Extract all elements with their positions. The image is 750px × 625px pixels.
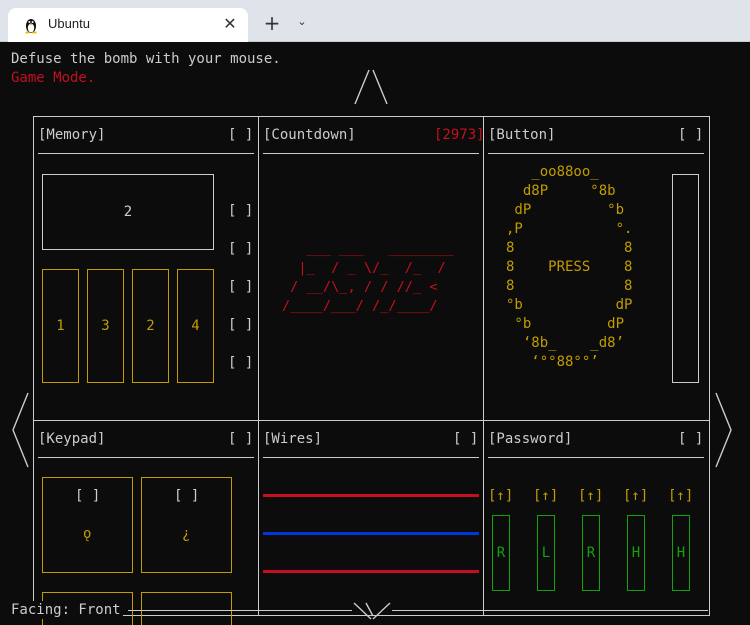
tab-ubuntu[interactable]: Ubuntu ✕: [8, 8, 248, 42]
nav-down-arrow-icon[interactable]: [352, 602, 392, 620]
memory-header-rule: [38, 153, 254, 154]
keypad-key-2[interactable]: [ ] ¿: [141, 477, 232, 573]
bottom-rule-left: [128, 610, 352, 611]
bottom-rule-right: [392, 610, 708, 611]
password-letter: R: [586, 545, 596, 561]
password-up-arrow-5[interactable]: [↑]: [668, 487, 693, 505]
keypad-status: [ ]: [228, 431, 254, 447]
button-title: [Button]: [488, 127, 556, 143]
keypad-key-status: [ ]: [75, 488, 101, 504]
memory-stage-5: [ ]: [228, 355, 254, 371]
nav-right-arrow-icon[interactable]: [712, 391, 734, 469]
keypad-key-status: [ ]: [174, 488, 200, 504]
new-tab-button[interactable]: +: [262, 13, 282, 33]
row-divider: [33, 420, 710, 421]
password-slot-1: R: [492, 515, 510, 591]
memory-button-label: 4: [191, 318, 200, 334]
wires-status: [ ]: [453, 431, 479, 447]
wire-red-2[interactable]: [263, 570, 479, 573]
keypad-key-symbol: ǫ: [83, 526, 92, 542]
wire-red-1[interactable]: [263, 494, 479, 497]
password-slot-3: R: [582, 515, 600, 591]
countdown-timer: [2973]: [434, 127, 485, 143]
tab-title: Ubuntu: [48, 16, 90, 31]
wires-title: [Wires]: [263, 431, 323, 447]
linux-tux-icon: [25, 19, 37, 34]
memory-status: [ ]: [228, 127, 254, 143]
game-mode-text: Game Mode.: [11, 70, 96, 86]
memory-button-1[interactable]: 1: [42, 269, 79, 383]
close-tab-icon[interactable]: ✕: [220, 14, 240, 34]
keypad-header-rule: [38, 457, 254, 458]
wire-blue[interactable]: [263, 532, 479, 535]
browser-tab-bar: Ubuntu ✕ + ⌄: [0, 0, 750, 42]
memory-display: 2: [42, 174, 214, 250]
password-up-arrow-2[interactable]: [↑]: [533, 487, 558, 505]
memory-button-2[interactable]: 3: [87, 269, 124, 383]
terminal: Defuse the bomb with your mouse. Game Mo…: [0, 43, 750, 625]
memory-display-value: 2: [123, 204, 133, 220]
button-header-rule: [488, 153, 704, 154]
wires-header-rule: [263, 457, 479, 458]
password-letter: R: [496, 545, 506, 561]
memory-stage-3: [ ]: [228, 279, 254, 295]
password-header-rule: [488, 457, 704, 458]
password-slot-2: L: [537, 515, 555, 591]
password-up-arrow-1[interactable]: [↑]: [488, 487, 513, 505]
memory-button-4[interactable]: 4: [177, 269, 214, 383]
memory-button-label: 1: [56, 318, 65, 334]
column-divider-1: [258, 116, 259, 616]
password-up-arrow-3[interactable]: [↑]: [578, 487, 603, 505]
keypad-title: [Keypad]: [38, 431, 106, 447]
column-divider-2: [483, 116, 484, 616]
facing-indicator: Facing: Front: [11, 601, 123, 619]
countdown-header-rule: [263, 153, 479, 154]
password-letter: H: [631, 545, 641, 561]
memory-button-3[interactable]: 2: [132, 269, 169, 383]
password-status: [ ]: [678, 431, 704, 447]
password-slot-5: H: [672, 515, 690, 591]
password-up-arrow-4[interactable]: [↑]: [623, 487, 648, 505]
button-strip-indicator: [672, 174, 699, 383]
button-status: [ ]: [678, 127, 704, 143]
memory-stage-4: [ ]: [228, 317, 254, 333]
keypad-key-4[interactable]: [141, 592, 232, 625]
nav-left-arrow-icon[interactable]: [10, 391, 32, 469]
password-letter: L: [541, 545, 551, 561]
keypad-key-symbol: ¿: [182, 526, 191, 542]
instruction-text: Defuse the bomb with your mouse.: [11, 51, 281, 67]
big-button[interactable]: _oo88oo_ d8P °8b dP °b ,P °. 8 8 8 PRESS…: [506, 163, 632, 372]
nav-up-arrow-icon[interactable]: [350, 68, 392, 106]
keypad-key-1[interactable]: [ ] ǫ: [42, 477, 133, 573]
password-letter: H: [676, 545, 686, 561]
countdown-ascii-digits: ___ ___ ________ |_ / _ \/_ /_ / / __/\_…: [282, 241, 454, 314]
countdown-title: [Countdown]: [263, 127, 356, 143]
tab-dropdown-icon[interactable]: ⌄: [294, 14, 310, 30]
password-slot-4: H: [627, 515, 645, 591]
memory-stage-1: [ ]: [228, 203, 254, 219]
password-title: [Password]: [488, 431, 573, 447]
memory-title: [Memory]: [38, 127, 106, 143]
memory-button-label: 2: [146, 318, 155, 334]
memory-stage-2: [ ]: [228, 241, 254, 257]
memory-button-label: 3: [101, 318, 110, 334]
